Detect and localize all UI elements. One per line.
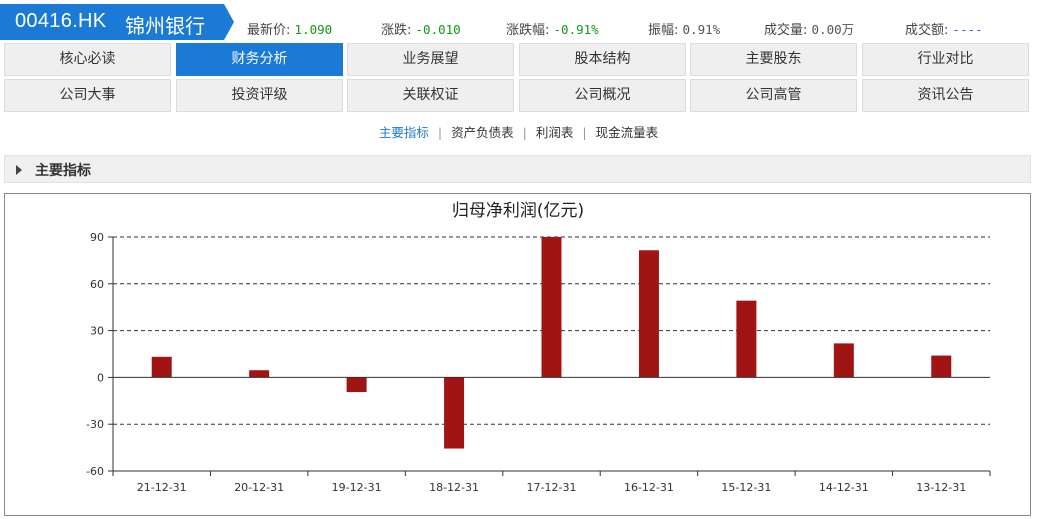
section-title: 主要指标 — [35, 163, 91, 179]
header: 00416.HK 锦州银行 最新价: 1.090 涨跌: -0.010 涨跌幅:… — [0, 0, 1037, 42]
y-tick-label: 90 — [90, 231, 104, 244]
tab-core-reading[interactable]: 核心必读 — [4, 43, 171, 76]
x-tick-label: 19-12-31 — [332, 481, 382, 494]
quote-label: 最新价: — [247, 23, 291, 38]
x-tick-label: 15-12-31 — [721, 481, 771, 494]
subnav-balance-sheet[interactable]: 资产负债表 — [451, 125, 514, 140]
tab-company-events[interactable]: 公司大事 — [4, 79, 171, 112]
quote-value: -0.91% — [553, 22, 599, 37]
tab-industry-comparison[interactable]: 行业对比 — [862, 43, 1029, 76]
quote-value: ---- — [952, 22, 983, 37]
subnav-cash-flow[interactable]: 现金流量表 — [596, 125, 659, 140]
x-tick-label: 17-12-31 — [527, 481, 577, 494]
y-tick-label: 30 — [90, 325, 104, 338]
tab-major-shareholders[interactable]: 主要股东 — [690, 43, 857, 76]
x-tick-label: 18-12-31 — [429, 481, 479, 494]
bar-20-12-31[interactable] — [249, 370, 270, 378]
tab-investment-rating[interactable]: 投资评级 — [176, 79, 343, 112]
quote-volume: 成交量: 0.00万 — [764, 19, 854, 38]
x-tick-label: 20-12-31 — [234, 481, 284, 494]
ticker-badge: 00416.HK 锦州银行 — [0, 4, 236, 40]
expand-arrow-icon — [16, 165, 22, 175]
bar-21-12-31[interactable] — [151, 356, 172, 378]
tab-news-announcements[interactable]: 资讯公告 — [862, 79, 1029, 112]
y-tick-label: 0 — [97, 371, 104, 384]
quote-label: 成交量: — [764, 23, 808, 38]
quote-value: 0.00万 — [811, 22, 855, 37]
subnav-separator: | — [437, 125, 443, 140]
x-tick-label: 21-12-31 — [137, 481, 187, 494]
x-tick-label: 16-12-31 — [624, 481, 674, 494]
bar-15-12-31[interactable] — [736, 300, 757, 378]
quote-label: 成交额: — [905, 23, 949, 38]
quote-value: 0.91% — [682, 22, 721, 37]
tab-related-warrants[interactable]: 关联权证 — [347, 79, 514, 112]
quote-label: 涨跌: — [381, 23, 412, 38]
quote-label: 振幅: — [648, 23, 679, 38]
chart-title: 归母净利润(亿元) — [452, 201, 584, 221]
quote-value: 1.090 — [294, 22, 333, 37]
subnav-income-statement[interactable]: 利润表 — [536, 125, 574, 140]
subnav-key-indicators[interactable]: 主要指标 — [379, 125, 429, 140]
chart-panel: 归母净利润(亿元) 90 60 30 0 -30 -60 21-12-31 20-12-31 1… — [4, 193, 1031, 516]
quote-change: 涨跌: -0.010 — [381, 19, 461, 38]
tab-executives[interactable]: 公司高管 — [690, 79, 857, 112]
tab-share-structure[interactable]: 股本结构 — [519, 43, 686, 76]
y-tick-label: -60 — [86, 465, 104, 478]
bar-14-12-31[interactable] — [833, 343, 854, 378]
bar-18-12-31[interactable] — [444, 377, 465, 449]
tab-business-outlook[interactable]: 业务展望 — [347, 43, 514, 76]
quote-last-price: 最新价: 1.090 — [247, 19, 332, 38]
subnav-separator: | — [582, 125, 587, 140]
ticker-name: 锦州银行 — [125, 14, 205, 38]
x-tick-label: 14-12-31 — [819, 481, 869, 494]
y-tick-label: -30 — [86, 418, 104, 431]
quote-turnover: 成交额: ---- — [905, 19, 983, 38]
quote-amplitude: 振幅: 0.91% — [648, 19, 720, 38]
quote-value: -0.010 — [415, 22, 461, 37]
x-tick-label: 13-12-31 — [916, 481, 966, 494]
subnav-separator: | — [522, 125, 527, 140]
sub-navigation: 主要指标 | 资产负债表 | 利润表 | 现金流量表 — [0, 122, 1037, 141]
quote-label: 涨跌幅: — [506, 23, 550, 38]
section-header[interactable]: 主要指标 — [4, 155, 1031, 183]
bar-19-12-31[interactable] — [346, 377, 367, 393]
tab-financial-analysis[interactable]: 财务分析 — [176, 43, 343, 76]
bar-16-12-31[interactable] — [638, 250, 659, 378]
bar-13-12-31[interactable] — [931, 355, 952, 378]
y-tick-label: 60 — [90, 278, 104, 291]
bar-17-12-31[interactable] — [541, 237, 562, 378]
quote-change-pct: 涨跌幅: -0.91% — [506, 19, 599, 38]
tab-company-profile[interactable]: 公司概况 — [519, 79, 686, 112]
ticker-code: 00416.HK — [15, 10, 107, 32]
net-profit-chart: 归母净利润(亿元) 90 60 30 0 -30 -60 21-12-31 20-12-31 1… — [86, 201, 991, 494]
